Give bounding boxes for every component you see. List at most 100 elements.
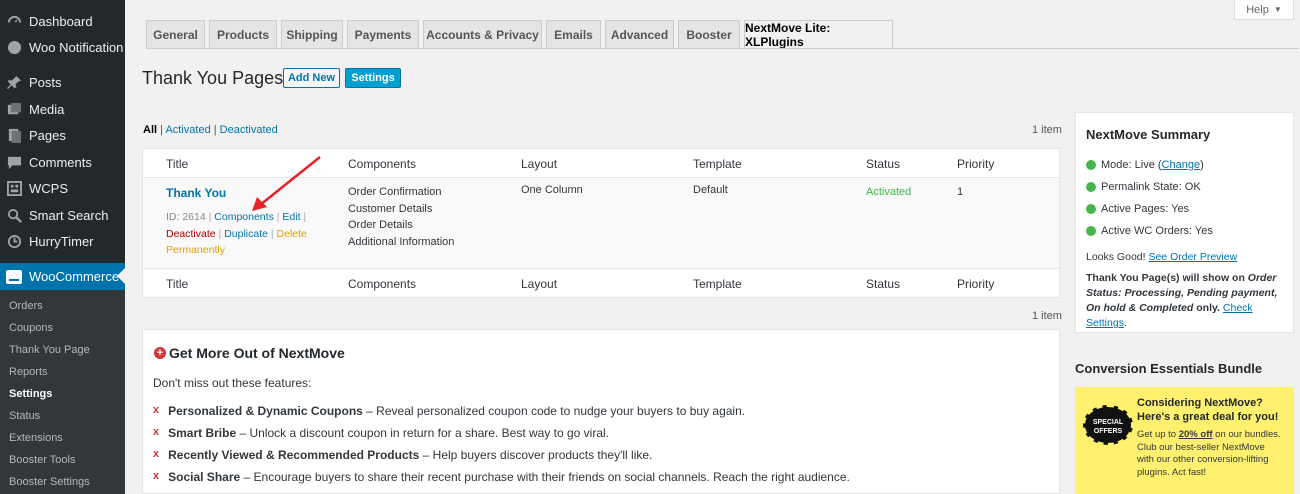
- footer-header-title: Title: [166, 277, 189, 291]
- tab-advanced[interactable]: Advanced: [605, 20, 674, 48]
- row-priority: 1: [957, 186, 964, 198]
- status-dot-icon: [1086, 160, 1096, 170]
- tab-general[interactable]: General: [146, 20, 205, 48]
- sidebar-item-label: Dashboard: [29, 13, 93, 29]
- change-mode-link[interactable]: Change: [1162, 159, 1201, 171]
- footer-header-components: Components: [348, 277, 417, 291]
- caret-down-icon: ▼: [1273, 5, 1282, 14]
- settings-button[interactable]: Settings: [345, 68, 401, 88]
- column-header-priority: Priority: [957, 157, 995, 171]
- status-filters: All | Activated | Deactivated: [143, 124, 278, 136]
- filter-separator: |: [213, 124, 217, 136]
- summary-active-wc: Active WC Orders: Yes: [1086, 225, 1213, 237]
- footer-header-layout: Layout: [521, 277, 558, 291]
- tab-shipping[interactable]: Shipping: [281, 20, 343, 48]
- sidebar-item-woo-notification[interactable]: Woo Notification: [0, 34, 125, 60]
- row-id: ID: 2614: [166, 211, 206, 223]
- x-bullet-icon: x: [153, 404, 160, 416]
- column-header-title: Title: [166, 157, 189, 171]
- bundle-body: Get up to 20% off on our bundles. Club o…: [1137, 429, 1282, 479]
- promo-title-text: Get More Out of NextMove: [169, 345, 345, 361]
- row-components: Order Confirmation Customer Details Orde…: [348, 184, 454, 250]
- feature-item: x Recently Viewed & Recommended Products …: [153, 448, 652, 462]
- media-icon: [7, 102, 22, 117]
- tab-booster[interactable]: Booster: [678, 20, 740, 48]
- tab-products[interactable]: Products: [209, 20, 277, 48]
- status-dot-icon: [1086, 204, 1096, 214]
- note-end: .: [1123, 317, 1127, 329]
- permalink-state: Permalink State: OK: [1101, 181, 1201, 193]
- sidebar-item-label: WooCommerce: [29, 269, 120, 284]
- sidebar-item-media[interactable]: Media: [0, 96, 125, 122]
- comment-icon: [7, 155, 22, 170]
- row-actions: ID: 2614 | Components | Edit | Deactivat…: [166, 211, 307, 256]
- promo-title: + Get More Out of NextMove: [154, 345, 345, 361]
- tab-payments[interactable]: Payments: [347, 20, 419, 48]
- upsell-panel: + Get More Out of NextMove Don't miss out…: [142, 329, 1060, 494]
- column-header-status: Status: [866, 157, 901, 171]
- submenu-item-booster-settings[interactable]: Booster Settings: [9, 476, 90, 488]
- feature-name: Social Share: [168, 470, 241, 484]
- active-pages: Active Pages: Yes: [1101, 203, 1190, 215]
- sidebar-item-posts[interactable]: Posts: [0, 69, 125, 95]
- sidebar-item-smart-search[interactable]: Smart Search: [0, 202, 125, 228]
- submenu-item-coupons[interactable]: Coupons: [9, 322, 53, 334]
- note-start: Thank You Page(s) will show on: [1086, 272, 1248, 284]
- sidebar-item-label: Woo Notification: [29, 39, 124, 55]
- sidebar-item-comments[interactable]: Comments: [0, 149, 125, 175]
- duplicate-action[interactable]: Duplicate: [224, 228, 268, 240]
- mode-label: Mode: Live (: [1101, 159, 1162, 171]
- sidebar-item-label: Pages: [29, 127, 66, 143]
- help-button[interactable]: Help ▼: [1234, 0, 1294, 20]
- filter-deactivated[interactable]: Deactivated: [220, 124, 278, 136]
- sidebar-item-woocommerce[interactable]: WooCommerce: [0, 263, 125, 290]
- special-offers-badge: SPECIAL OFFERS: [1083, 405, 1133, 445]
- looks-good-text: Looks Good!: [1086, 251, 1149, 263]
- dashboard-icon: [7, 14, 22, 29]
- submenu-item-extensions[interactable]: Extensions: [9, 432, 63, 444]
- component-item: Order Confirmation: [348, 186, 442, 198]
- deactivate-action[interactable]: Deactivate: [166, 228, 216, 240]
- component-item: Customer Details: [348, 202, 433, 215]
- feature-desc: – Encourage buyers to share their recent…: [240, 470, 850, 484]
- filter-activated[interactable]: Activated: [165, 124, 210, 136]
- feature-item: x Smart Bribe – Unlock a discount coupon …: [153, 426, 609, 440]
- timer-icon: [7, 234, 22, 249]
- sidebar-item-pages[interactable]: Pages: [0, 122, 125, 148]
- order-preview-link[interactable]: See Order Preview: [1148, 251, 1237, 263]
- submenu-item-reports[interactable]: Reports: [9, 366, 48, 378]
- submenu-item-booster-tools[interactable]: Booster Tools: [9, 454, 75, 466]
- column-header-template: Template: [693, 157, 742, 171]
- submenu-item-status[interactable]: Status: [9, 410, 40, 422]
- sidebar-item-label: Media: [29, 101, 65, 117]
- tab-nextmove-lite[interactable]: NextMove Lite: XLPlugins: [744, 20, 893, 49]
- tab-accounts-privacy[interactable]: Accounts & Privacy: [423, 20, 542, 48]
- current-menu-arrow: [117, 268, 125, 284]
- plus-circle-icon: +: [154, 347, 166, 359]
- submenu-item-orders[interactable]: Orders: [9, 300, 43, 312]
- row-title-link[interactable]: Thank You: [166, 186, 226, 200]
- bundle-body-start: Get up to: [1137, 429, 1179, 440]
- sidebar-item-hurrytimer[interactable]: HurryTimer: [0, 228, 125, 254]
- add-new-button[interactable]: Add New: [283, 68, 340, 88]
- admin-sidebar: Dashboard Woo Notification Posts Media P…: [0, 0, 125, 494]
- sidebar-item-wcps[interactable]: WCPS: [0, 175, 125, 201]
- feature-name: Recently Viewed & Recommended Products: [168, 448, 420, 462]
- row-layout: One Column: [521, 184, 583, 196]
- submenu-item-thank-you-page[interactable]: Thank You Page: [9, 344, 90, 356]
- bundle-offer-banner[interactable]: SPECIAL OFFERS Considering NextMove? Her…: [1075, 387, 1294, 494]
- footer-header-priority: Priority: [957, 277, 995, 291]
- feature-desc: – Help buyers discover products they'll …: [419, 448, 653, 462]
- woo-icon: [6, 269, 22, 284]
- sidebar-item-dashboard[interactable]: Dashboard: [0, 8, 125, 34]
- feature-name: Smart Bribe: [168, 426, 237, 440]
- mode-end: ): [1200, 159, 1204, 171]
- bell-icon: [7, 40, 22, 55]
- submenu-item-settings[interactable]: Settings: [9, 388, 52, 400]
- footer-header-template: Template: [693, 277, 742, 291]
- filter-all[interactable]: All: [143, 124, 157, 136]
- sidebar-item-label: Posts: [29, 74, 62, 90]
- pin-icon: [7, 75, 22, 90]
- tab-emails[interactable]: Emails: [546, 20, 601, 48]
- component-item: Order Details: [348, 219, 413, 231]
